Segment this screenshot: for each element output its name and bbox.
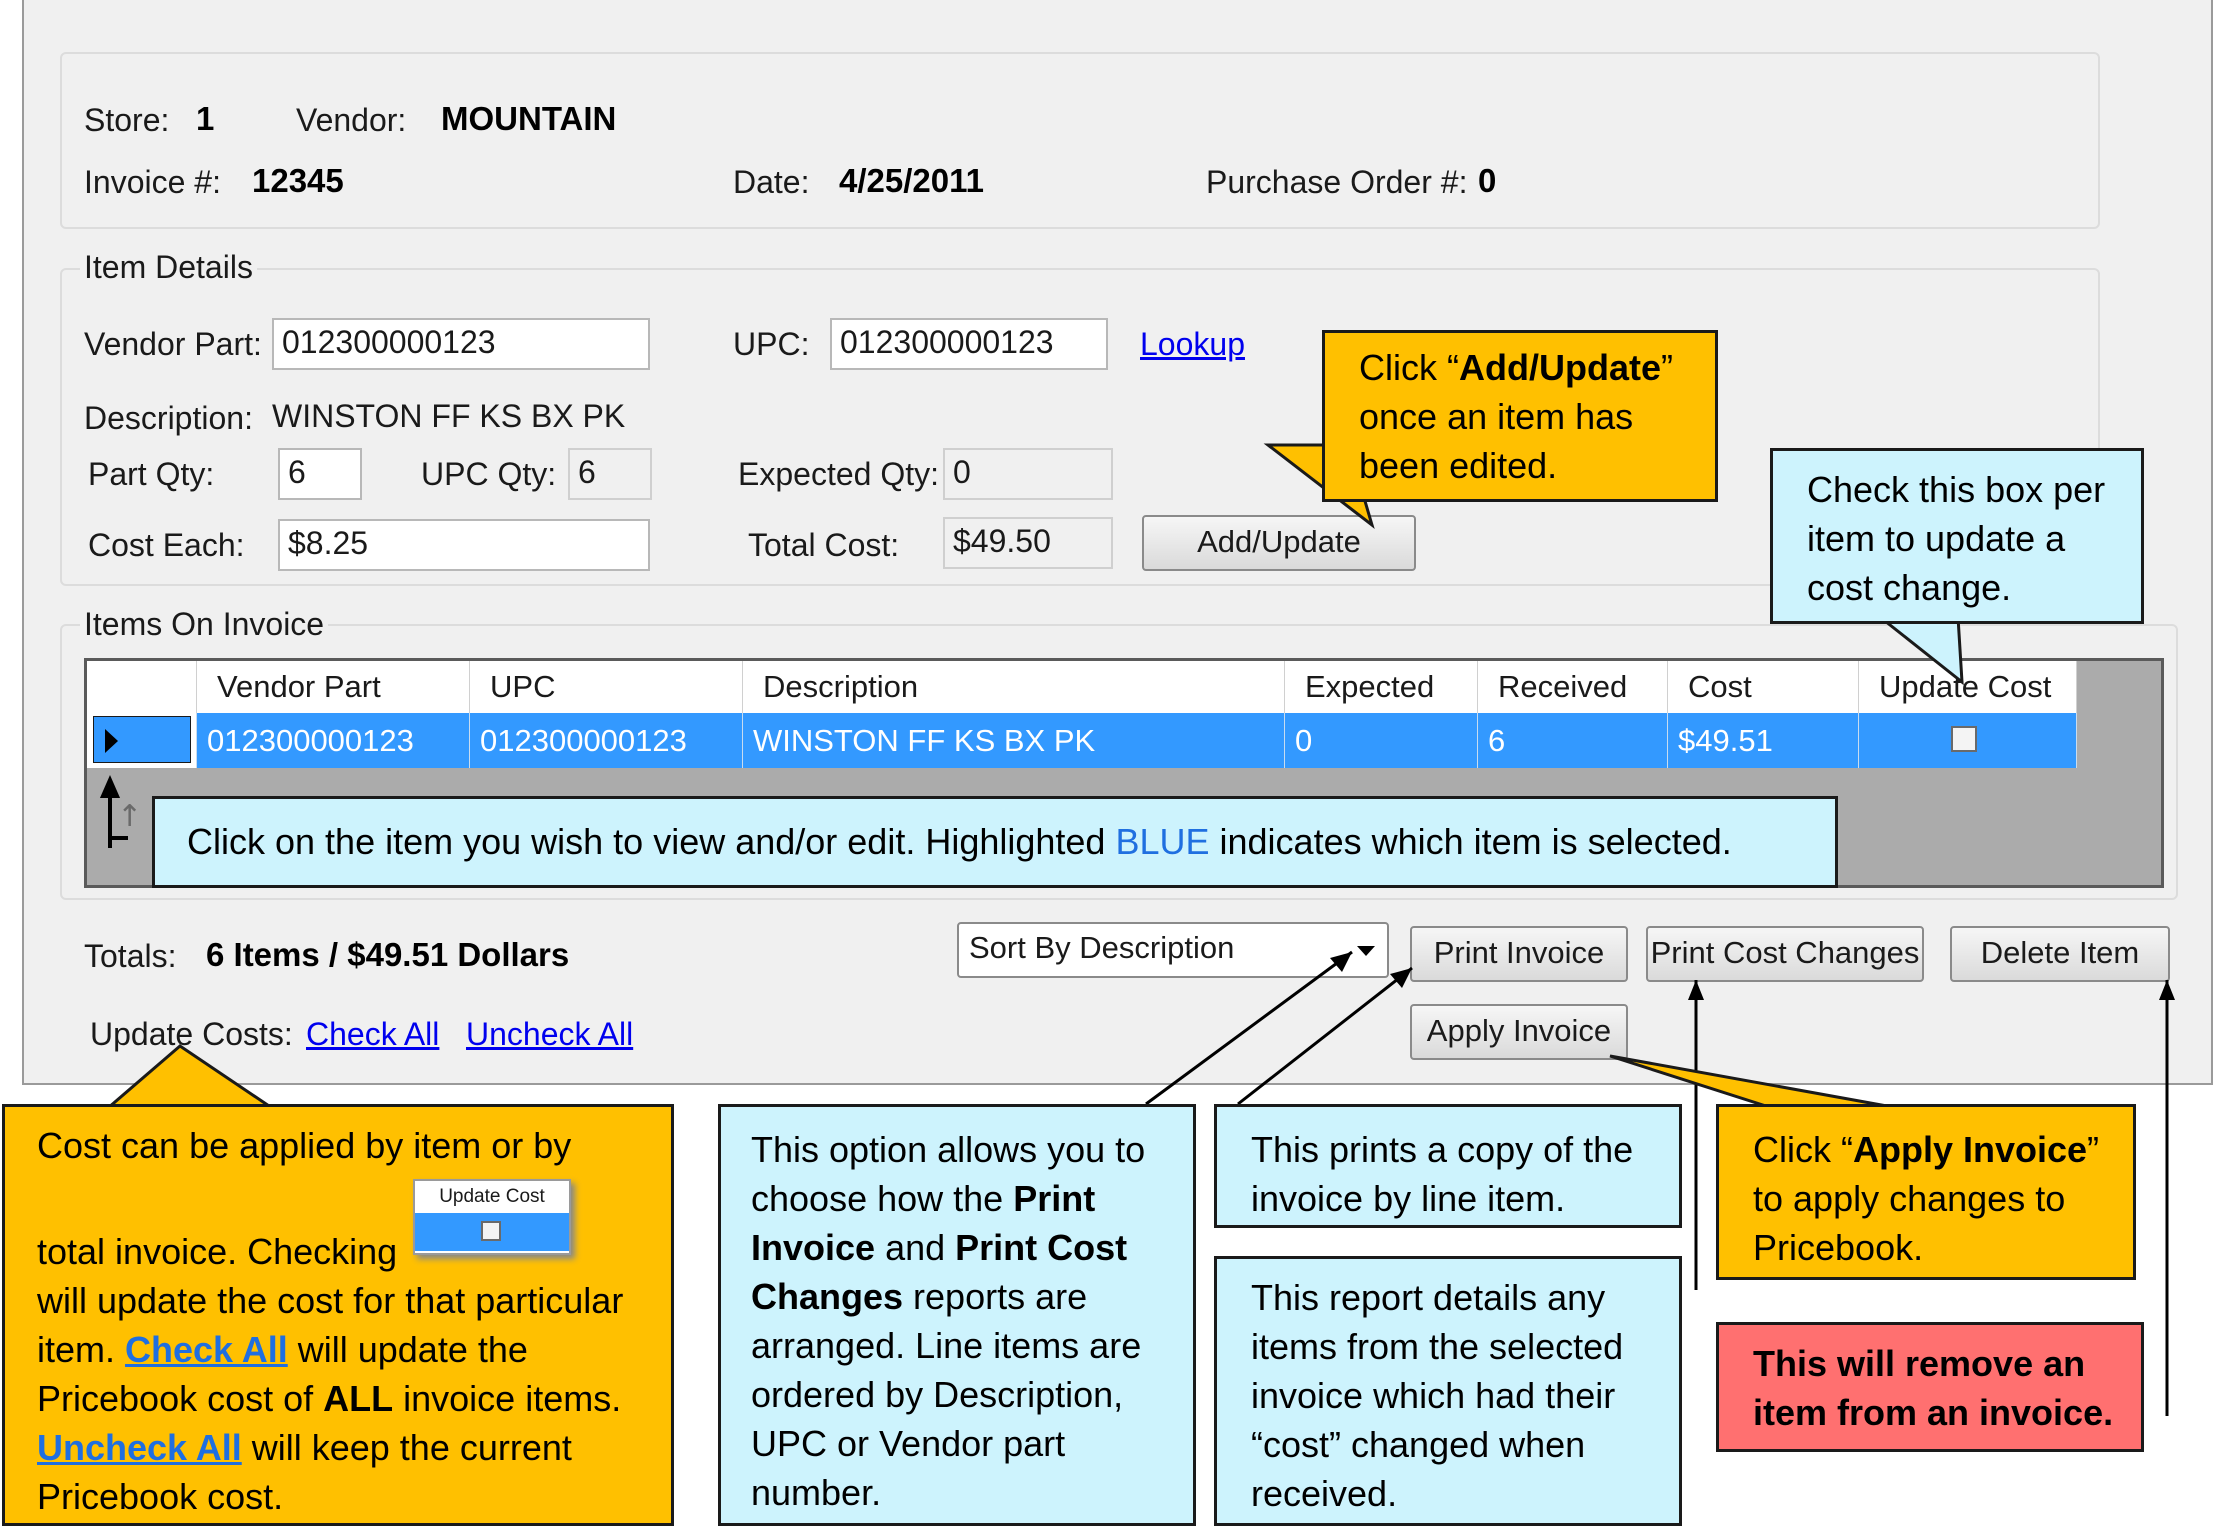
prints-copy-callout: This prints a copy of the invoice by lin… [1214,1104,1682,1228]
cost-applied-callout: Cost can be applied by item or by Update… [2,1104,674,1526]
report-details-callout: This report details any items from the s… [1214,1256,1682,1526]
add-update-callout: Click “Add/Update” once an item has been… [1322,330,1718,502]
select-item-callout: Click on the item you wish to view and/o… [152,796,1838,888]
sort-option-callout: This option allows you to choose how the… [718,1104,1196,1526]
apply-invoice-callout: Click “Apply Invoice” to apply changes t… [1716,1104,2136,1280]
update-cost-inset: Update Cost [413,1179,571,1255]
remove-item-callout: This will remove an item from an invoice… [1716,1322,2144,1452]
check-box-callout: Check this box per item to update a cost… [1770,448,2144,624]
inset-checkbox-icon [481,1221,501,1241]
